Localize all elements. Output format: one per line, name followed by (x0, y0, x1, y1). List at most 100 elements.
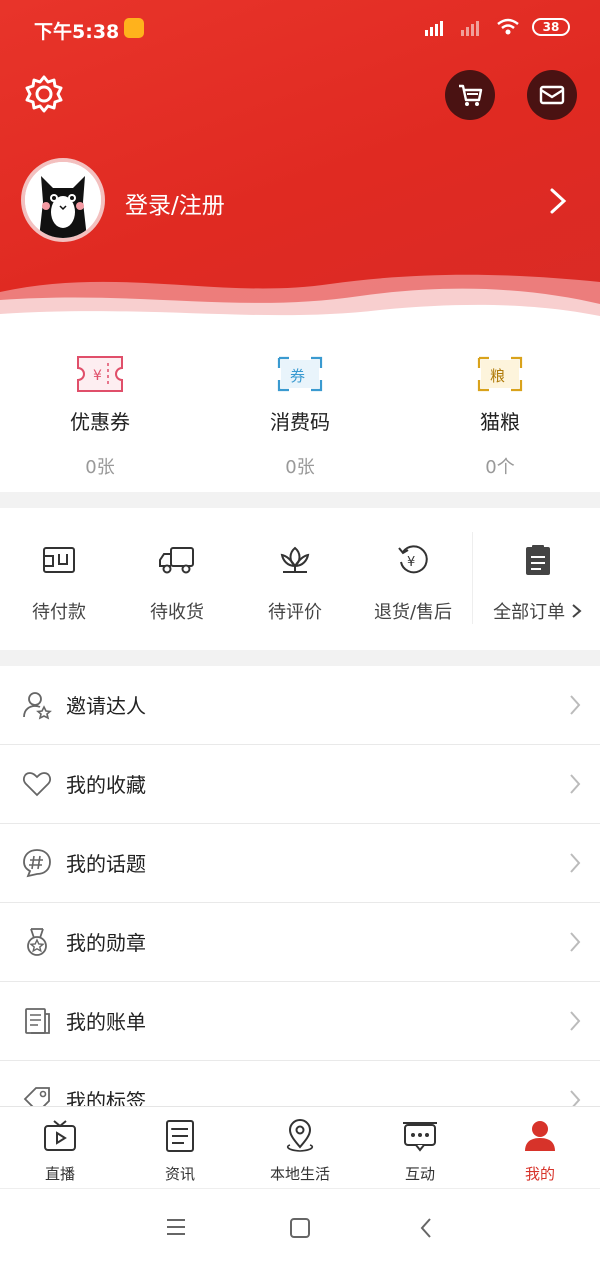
menu-label: 我的话题 (66, 852, 146, 876)
svg-text:¥: ¥ (407, 555, 415, 570)
tab-live[interactable]: 直播 (0, 1119, 120, 1184)
all-orders-label: 全部订单 (493, 602, 566, 623)
svg-text:¥: ¥ (93, 368, 102, 384)
menu-item-topics[interactable]: 我的话题 (0, 824, 600, 903)
system-navigation-bar (0, 1188, 600, 1267)
tab-news[interactable]: 资讯 (120, 1119, 240, 1184)
wallet-label: 优惠券 (70, 410, 130, 434)
menu-item-invite[interactable]: 邀请达人 (0, 666, 600, 745)
tab-label: 我的 (524, 1165, 555, 1183)
wallet-label: 猫粮 (480, 410, 520, 434)
messages-button[interactable] (527, 70, 577, 120)
status-icons: 38 (424, 18, 570, 36)
coupon-icon: ¥ (77, 356, 123, 392)
consumption-code-item[interactable]: 券 消费码 0张 (200, 354, 400, 479)
login-register-link[interactable]: 登录/注册 (125, 186, 225, 220)
profile-header: 下午5:38 38 登录/注册 (0, 0, 600, 330)
home-icon[interactable] (289, 1217, 311, 1239)
menu-label: 我的账单 (66, 1010, 146, 1034)
menu-item-medals[interactable]: 我的勋章 (0, 903, 600, 982)
settings-gear-icon[interactable] (24, 74, 64, 114)
menu-label: 我的勋章 (66, 931, 146, 955)
cat-food-icon: 粮 (477, 356, 523, 392)
chevron-right-icon (570, 1090, 581, 1106)
chat-icon (403, 1122, 437, 1152)
mail-icon (539, 85, 565, 105)
user-icon (525, 1121, 555, 1151)
location-icon (286, 1119, 314, 1152)
status-bar: 下午5:38 38 (0, 0, 600, 58)
menu-list: 邀请达人 我的收藏 我的话题 我的勋章 我的账单 我的标签 (0, 666, 600, 1106)
chevron-right-icon (570, 774, 581, 794)
tab-label: 资讯 (164, 1165, 195, 1183)
tab-mine[interactable]: 我的 (480, 1119, 600, 1184)
svg-text:粮: 粮 (490, 367, 505, 385)
signal-icon (425, 21, 443, 36)
menu-label: 邀请达人 (66, 694, 146, 718)
wallet-icon (43, 547, 75, 573)
menu-label: 我的收藏 (66, 773, 146, 797)
clipboard-icon (526, 545, 550, 575)
ticket-icon: 券 (277, 356, 323, 392)
tv-icon (44, 1120, 76, 1151)
chevron-right-icon (570, 932, 581, 952)
battery-icon: 38 (532, 18, 570, 36)
tag-icon (23, 1087, 50, 1106)
back-icon[interactable] (418, 1217, 434, 1239)
refund-icon: ¥ (398, 545, 428, 574)
tab-interact[interactable]: 互动 (360, 1119, 480, 1184)
chevron-right-icon[interactable] (546, 187, 570, 215)
orders-section: 待付款 待收货 待评价 ¥ 退货/售后 全部订单 (0, 508, 600, 650)
chevron-right-icon (570, 853, 581, 873)
menu-icon[interactable] (165, 1217, 187, 1237)
order-label: 待付款 (32, 602, 86, 623)
avatar[interactable] (21, 158, 105, 242)
order-label: 待收货 (150, 602, 204, 623)
news-icon (166, 1120, 194, 1152)
tab-label: 互动 (404, 1165, 435, 1183)
menu-item-favorites[interactable]: 我的收藏 (0, 745, 600, 824)
bill-icon (25, 1008, 50, 1034)
cat-food-item[interactable]: 粮 猫粮 0个 (400, 354, 600, 479)
bottom-tab-bar: 直播 资讯 本地生活 互动 我的 (0, 1106, 600, 1188)
truck-icon (159, 547, 194, 574)
order-all[interactable]: 全部订单 (476, 544, 600, 624)
invite-user-icon (23, 692, 52, 720)
order-label: 全部订单 (476, 598, 600, 624)
wallet-section: ¥ 优惠券 0张 券 消费码 0张 粮 猫粮 0个 (0, 330, 600, 492)
wifi-icon (497, 18, 519, 35)
order-pending-payment[interactable]: 待付款 (0, 544, 118, 624)
wallet-count: 0个 (485, 457, 515, 478)
order-refund[interactable]: ¥ 退货/售后 (354, 544, 472, 624)
coupon-item[interactable]: ¥ 优惠券 0张 (0, 354, 200, 479)
heart-icon (23, 772, 51, 797)
header-wave (0, 274, 600, 330)
signal-2-icon (461, 21, 479, 36)
tab-label: 直播 (44, 1165, 75, 1183)
wallet-label: 消费码 (270, 410, 330, 434)
order-label: 待评价 (268, 602, 322, 623)
cat-avatar-icon (25, 162, 101, 238)
svg-text:券: 券 (290, 367, 305, 385)
tab-label: 本地生活 (269, 1165, 330, 1183)
hashtag-icon (23, 849, 51, 878)
menu-item-tags[interactable]: 我的标签 (0, 1061, 600, 1106)
order-label: 退货/售后 (373, 602, 453, 623)
wallet-count: 0张 (85, 457, 115, 478)
order-pending-receipt[interactable]: 待收货 (118, 544, 236, 624)
flower-icon (280, 546, 310, 573)
chevron-right-icon (570, 1011, 581, 1031)
status-time: 下午5:38 (34, 21, 120, 43)
chevron-right-icon (570, 695, 581, 715)
menu-label: 我的标签 (66, 1089, 146, 1106)
cart-button[interactable] (445, 70, 495, 120)
order-pending-review[interactable]: 待评价 (236, 544, 354, 624)
medal-icon (27, 928, 47, 956)
wallet-count: 0张 (285, 457, 315, 478)
app-notification-icon (124, 18, 144, 38)
chevron-right-icon (572, 604, 582, 618)
menu-item-bills[interactable]: 我的账单 (0, 982, 600, 1061)
tab-local-life[interactable]: 本地生活 (240, 1119, 360, 1184)
cart-icon (459, 84, 483, 106)
orders-divider (472, 532, 473, 624)
